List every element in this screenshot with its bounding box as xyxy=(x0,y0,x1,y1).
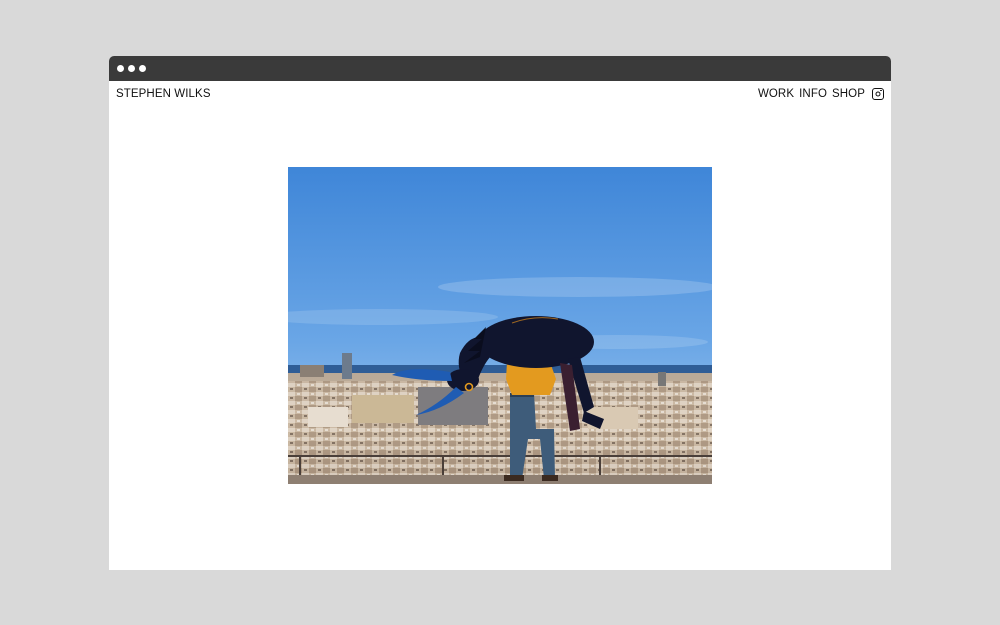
nav-item-work[interactable]: WORK xyxy=(758,88,794,100)
window-dot-close[interactable] xyxy=(117,65,124,72)
site-title-link[interactable]: STEPHEN WILKS xyxy=(116,88,211,100)
hero-photo[interactable] xyxy=(288,167,712,484)
nav-item-shop[interactable]: SHOP xyxy=(832,88,865,100)
site-header: STEPHEN WILKS WORK INFO SHOP xyxy=(109,81,891,106)
window-dot-maximize[interactable] xyxy=(139,65,146,72)
nav-item-info[interactable]: INFO xyxy=(799,88,827,100)
main-nav: WORK INFO SHOP xyxy=(758,87,884,100)
browser-window: STEPHEN WILKS WORK INFO SHOP xyxy=(109,56,891,570)
window-dot-minimize[interactable] xyxy=(128,65,135,72)
instagram-icon[interactable] xyxy=(872,87,884,100)
page-background: STEPHEN WILKS WORK INFO SHOP xyxy=(0,0,1000,625)
hero-photo-image xyxy=(288,167,712,484)
browser-chrome xyxy=(109,56,891,81)
